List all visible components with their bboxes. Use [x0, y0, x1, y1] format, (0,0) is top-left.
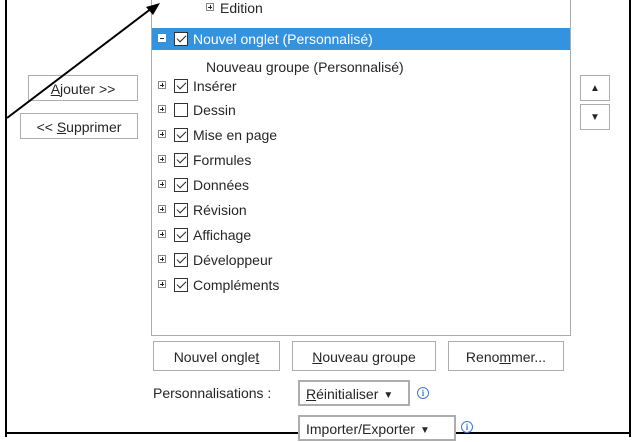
tree-item-label: Insérer: [193, 78, 237, 94]
info-icon[interactable]: i: [461, 421, 473, 433]
expand-icon[interactable]: [158, 230, 166, 238]
tree-item-label: Nouveau groupe (Personnalisé): [206, 59, 404, 75]
tree-item-mise-en-page[interactable]: Mise en page: [152, 124, 570, 146]
tab-checkbox[interactable]: [174, 228, 188, 242]
triangle-down-icon: ▼: [590, 112, 600, 123]
tree-item-label: Dessin: [193, 102, 236, 118]
collapse-icon[interactable]: [158, 34, 166, 42]
remove-button-label: upprimer: [66, 119, 122, 135]
reset-label: éinitialiser: [316, 386, 379, 402]
tree-item-donnees[interactable]: Données: [152, 174, 570, 196]
dialog-right-edge: [629, 0, 631, 437]
new-tab-label-start: Nouvel ongle: [173, 349, 256, 365]
add-button-accel: A: [50, 81, 61, 97]
expand-icon[interactable]: [158, 180, 166, 188]
tree-item-complements[interactable]: Compléments: [152, 274, 570, 296]
tab-checkbox[interactable]: [174, 79, 188, 93]
tree-item-label: Affichage: [193, 227, 252, 243]
tree-item-label: Développeur: [193, 252, 273, 268]
reset-dropdown[interactable]: Réinitialiser ▼: [298, 380, 410, 406]
remove-button-prefix: <<: [36, 119, 57, 135]
tree-item-revision[interactable]: Révision: [152, 199, 570, 221]
remove-button-accel: S: [56, 119, 67, 135]
remove-button[interactable]: << Supprimer: [20, 113, 138, 139]
tab-checkbox[interactable]: [174, 32, 188, 46]
info-icon[interactable]: i: [417, 387, 429, 399]
new-group-accel: N: [312, 349, 323, 365]
add-button-label: jouter >>: [60, 81, 116, 97]
tab-checkbox[interactable]: [174, 128, 188, 142]
tree-item-label: Mise en page: [193, 127, 278, 143]
rename-label-start: Reno: [465, 349, 500, 365]
tab-checkbox[interactable]: [174, 103, 188, 117]
tree-item-formules[interactable]: Formules: [152, 149, 570, 171]
customizations-label: Personnalisations :: [153, 385, 272, 401]
tab-checkbox[interactable]: [174, 253, 188, 267]
tree-item-label: Nouvel onglet (Personnalisé): [193, 31, 373, 47]
tree-item-dessin[interactable]: Dessin: [152, 99, 570, 121]
reset-accel: R: [306, 386, 317, 402]
tree-item-label: Compléments: [193, 277, 280, 293]
dialog-left-edge: [5, 0, 7, 437]
expand-icon[interactable]: [158, 255, 166, 263]
expand-icon[interactable]: [158, 280, 166, 288]
chevron-down-icon: ▼: [383, 390, 394, 401]
rename-label-end: mer...: [511, 349, 547, 365]
tree-item-new-tab[interactable]: Nouvel onglet (Personnalisé): [152, 28, 570, 50]
tab-checkbox[interactable]: [174, 278, 188, 292]
chevron-down-icon: ▼: [419, 425, 430, 436]
tree-item-label: Données: [193, 177, 250, 193]
expand-icon[interactable]: [158, 155, 166, 163]
new-tab-button[interactable]: Nouvel onglet: [153, 341, 280, 371]
rename-button[interactable]: Renommer...: [448, 341, 564, 371]
tab-checkbox[interactable]: [174, 203, 188, 217]
expand-icon[interactable]: [158, 205, 166, 213]
triangle-up-icon: ▲: [590, 83, 600, 94]
move-up-button[interactable]: ▲: [580, 75, 610, 101]
new-tab-accel: t: [255, 349, 260, 365]
ribbon-tabs-tree[interactable]: Edition Nouvel onglet (Personnalisé) Nou…: [151, 0, 571, 336]
tree-item-label: Révision: [193, 202, 247, 218]
expand-icon[interactable]: [158, 130, 166, 138]
tree-item-affichage[interactable]: Affichage: [152, 224, 570, 246]
tree-item-edition[interactable]: Edition: [152, 0, 570, 19]
add-button[interactable]: Ajouter >>: [28, 75, 138, 101]
tree-item-inserer[interactable]: Insérer: [152, 75, 570, 97]
import-export-label: Importer/Exporter: [306, 421, 415, 437]
tree-item-label: Formules: [193, 152, 252, 168]
expand-icon[interactable]: [158, 105, 166, 113]
tab-checkbox[interactable]: [174, 153, 188, 167]
tree-item-developpeur[interactable]: Développeur: [152, 249, 570, 271]
import-export-dropdown[interactable]: Importer/Exporter ▼: [298, 415, 456, 441]
tree-item-label: Edition: [220, 0, 263, 16]
tab-checkbox[interactable]: [174, 178, 188, 192]
move-down-button[interactable]: ▼: [580, 104, 610, 130]
new-group-label: ouveau groupe: [322, 349, 416, 365]
new-group-button[interactable]: Nouveau groupe: [292, 341, 436, 371]
expand-icon[interactable]: [158, 81, 166, 89]
expand-icon[interactable]: [206, 3, 214, 11]
rename-accel: m: [499, 349, 512, 365]
